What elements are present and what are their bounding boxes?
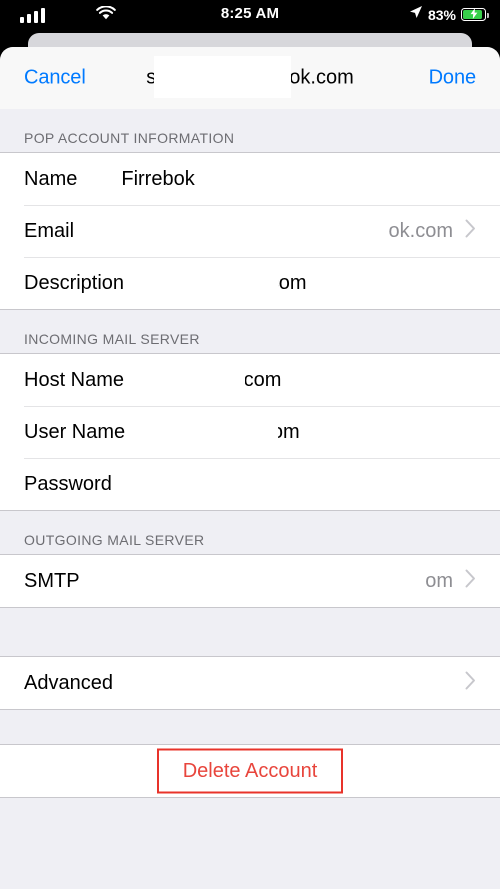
row-label-user-name: User Name [24, 420, 126, 443]
bottom-gap [0, 798, 500, 820]
section-header-incoming-mail-server: INCOMING MAIL SERVER [0, 310, 500, 353]
section-outgoing-mail-server: SMTP om [0, 554, 500, 608]
location-arrow-icon [409, 5, 423, 24]
settings-list: POP ACCOUNT INFORMATION Name Firrebok Em… [0, 109, 500, 889]
row-label-smtp: SMTP [24, 569, 80, 592]
navigation-bar: Cancel s ok.com Done [0, 47, 500, 109]
account-settings-sheet: Cancel s ok.com Done POP ACCOUNT INFORMAT… [0, 47, 500, 889]
redaction-box-host-name [150, 357, 245, 403]
chevron-right-icon [465, 671, 476, 695]
phone-screen: 8:25 AM 83% Cancel s ok.com Done POP ACC… [0, 0, 500, 889]
battery-charging-icon [461, 7, 489, 21]
section-gap-before-delete [0, 710, 500, 744]
row-label-name: Name [24, 167, 78, 190]
row-smtp[interactable]: SMTP om [0, 555, 500, 607]
row-label-description: Description [24, 271, 125, 294]
delete-account-button[interactable]: Delete Account [0, 744, 500, 798]
page-title-suffix: ok.com [289, 66, 354, 89]
row-email[interactable]: Email ok.com [0, 205, 500, 257]
section-incoming-mail-server: Host Name k.com User Name ok.com Passwor… [0, 353, 500, 511]
redaction-box-user-name [146, 409, 278, 455]
row-label-host-name: Host Name [24, 368, 125, 391]
section-pop-account-information: Name Firrebok Email ok.com Description [0, 152, 500, 310]
chevron-right-icon [465, 569, 476, 593]
done-button[interactable]: Done [429, 67, 477, 90]
section-header-pop-account-information: POP ACCOUNT INFORMATION [0, 109, 500, 152]
chevron-right-icon [465, 219, 476, 243]
status-bar: 8:25 AM 83% [0, 0, 500, 30]
row-value-name: Firrebok [121, 167, 195, 190]
battery-percent-label: 83% [427, 6, 456, 23]
status-bar-right-cluster: 83% [409, 5, 489, 24]
redaction-box-smtp [250, 558, 418, 604]
row-label-advanced: Advanced [24, 671, 113, 694]
row-description[interactable]: Description ok.com [0, 257, 500, 309]
row-value-email: ok.com [388, 219, 453, 242]
row-host-name[interactable]: Host Name k.com [0, 354, 500, 406]
redaction-box-email [112, 208, 280, 254]
row-advanced[interactable]: Advanced [0, 657, 500, 709]
section-gap [0, 608, 500, 656]
page-title: s ok.com [0, 56, 500, 99]
section-header-outgoing-mail-server: OUTGOING MAIL SERVER [0, 511, 500, 554]
redaction-box-title [154, 56, 292, 98]
section-advanced: Advanced [0, 656, 500, 710]
delete-account-label: Delete Account [182, 759, 318, 782]
row-label-email: Email [24, 219, 75, 242]
row-value-smtp: om [425, 569, 453, 592]
row-label-password: Password [24, 472, 112, 495]
row-name[interactable]: Name Firrebok [0, 153, 500, 205]
row-user-name[interactable]: User Name ok.com [0, 406, 500, 458]
row-password[interactable]: Password [0, 458, 500, 510]
redaction-box-description [146, 260, 278, 306]
